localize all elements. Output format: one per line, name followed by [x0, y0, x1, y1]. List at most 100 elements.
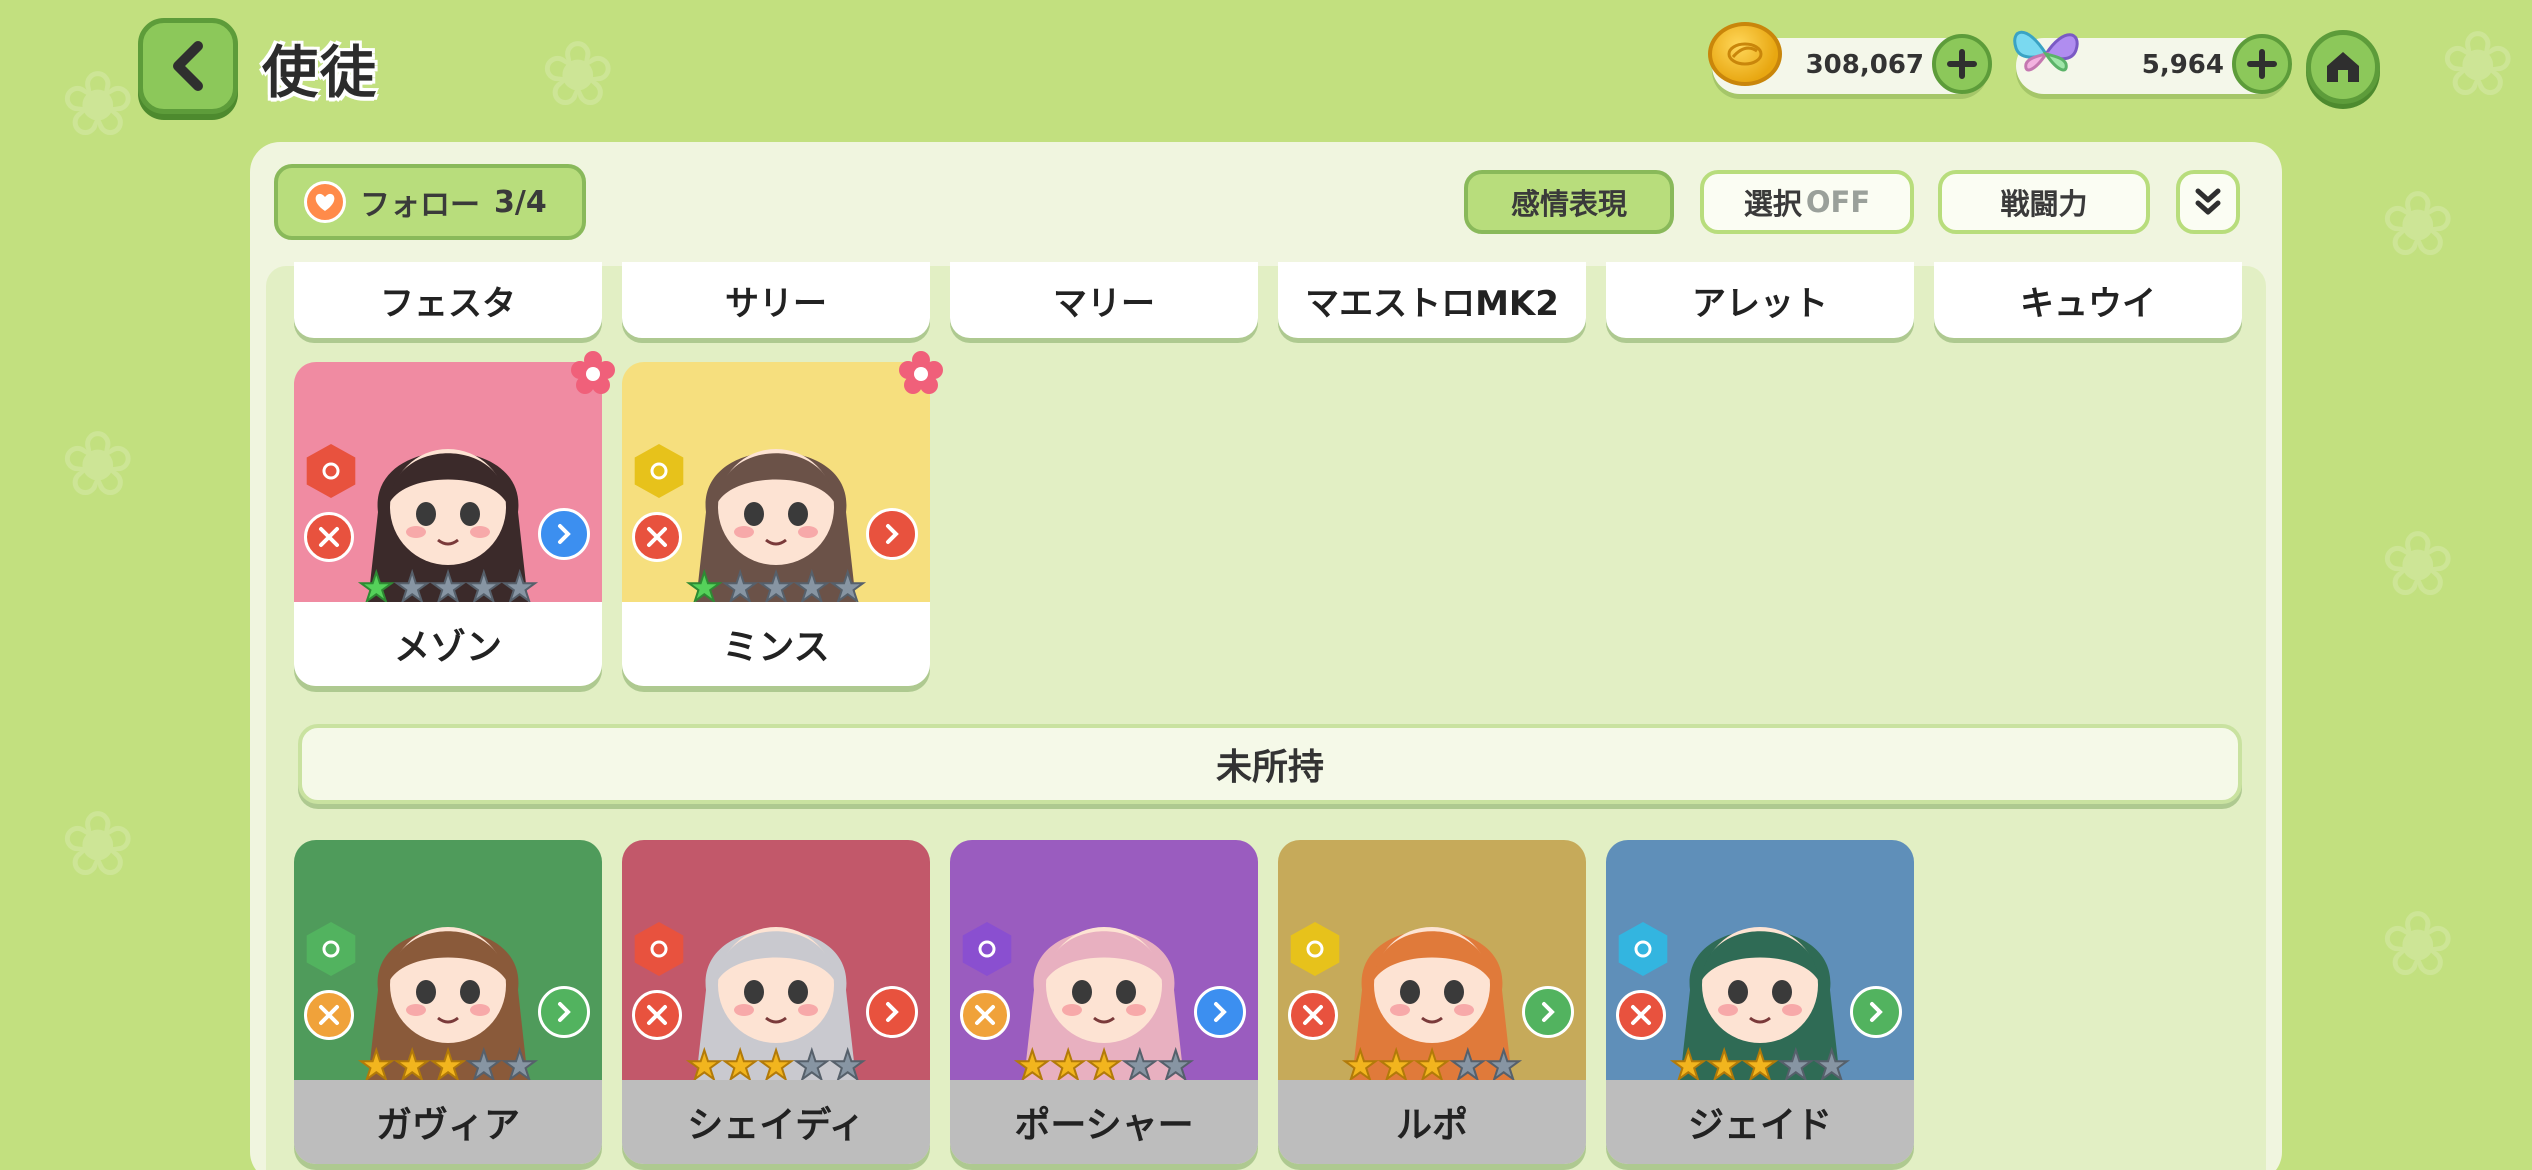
character-name-card[interactable]: アレット — [1606, 262, 1914, 338]
emotion-filter-button[interactable]: 感情表現 — [1464, 170, 1674, 234]
character-card[interactable]: ★ ★ ★ ★ ★ シェイディ — [622, 840, 930, 1164]
double-chevron-down-icon — [2195, 188, 2221, 215]
character-name: サリー — [725, 283, 827, 324]
character-name: ガヴィア — [375, 1105, 520, 1146]
rarity-star-icon: ★ — [1085, 1043, 1123, 1080]
character-card[interactable]: ★ ★ ★ ★ ★ ガヴィア — [294, 840, 602, 1164]
home-button[interactable] — [2306, 30, 2380, 104]
rarity-star-icon: ★ — [757, 1043, 795, 1080]
rarity-stars: ★ ★ ★ ★ ★ — [1278, 1043, 1586, 1080]
select-label: 選択 — [1743, 187, 1802, 221]
coin-icon — [1708, 22, 1782, 86]
character-portrait: ★ ★ ★ ★ ★ — [1606, 840, 1914, 1080]
rarity-star-icon: ★ — [429, 565, 467, 602]
character-card[interactable]: ★ ★ ★ ★ ★ ルポ — [1278, 840, 1586, 1164]
back-arrow-icon — [173, 41, 203, 91]
power-label: 戦闘力 — [2000, 187, 2088, 221]
character-portrait: ★ ★ ★ ★ ★ — [1278, 840, 1586, 1080]
select-toggle-button[interactable]: 選択 OFF — [1700, 170, 1914, 234]
emotion-label: 感情表現 — [1510, 187, 1627, 221]
rarity-star-icon: ★ — [1705, 1043, 1743, 1080]
character-nameplate: ミンス — [622, 602, 930, 686]
character-name: マエストロMK2 — [1305, 283, 1559, 324]
character-name: ミンス — [722, 627, 830, 668]
rarity-stars: ★ ★ ★ ★ ★ — [622, 1043, 930, 1080]
rarity-star-icon: ★ — [721, 565, 759, 602]
rarity-stars: ★ ★ ★ ★ ★ — [294, 1043, 602, 1080]
class-chevron-icon — [1522, 986, 1574, 1038]
add-coins-button[interactable] — [1932, 34, 1992, 94]
rarity-star-icon: ★ — [1813, 1043, 1851, 1080]
class-chevron-icon — [866, 508, 918, 560]
character-name: フェスタ — [380, 283, 516, 324]
expand-button[interactable] — [2176, 170, 2240, 234]
rarity-star-icon: ★ — [1741, 1043, 1779, 1080]
select-state: OFF — [1805, 185, 1871, 219]
rarity-star-icon: ★ — [501, 1043, 539, 1080]
add-gems-button[interactable] — [2232, 34, 2292, 94]
follow-label: フォロー — [360, 188, 480, 223]
back-button[interactable] — [138, 18, 238, 114]
unowned-section-header: 未所持 — [298, 724, 2242, 804]
rarity-star-icon: ★ — [465, 1043, 503, 1080]
sort-power-button[interactable]: 戦闘力 — [1938, 170, 2150, 234]
character-nameplate: ガヴィア — [294, 1080, 602, 1164]
rarity-star-icon: ★ — [685, 1043, 723, 1080]
character-card[interactable]: ★ ★ ★ ★ ★ ポーシャー — [950, 840, 1258, 1164]
rarity-star-icon: ★ — [1013, 1043, 1051, 1080]
rarity-star-icon: ★ — [1157, 1043, 1195, 1080]
rarity-star-icon: ★ — [829, 1043, 867, 1080]
follow-button[interactable]: フォロー 3/4 — [274, 164, 586, 240]
role-icon — [632, 512, 682, 562]
character-nameplate: ルポ — [1278, 1080, 1586, 1164]
role-icon — [960, 990, 1010, 1040]
rarity-star-icon: ★ — [465, 565, 503, 602]
rarity-star-icon: ★ — [1377, 1043, 1415, 1080]
plus-icon — [1947, 49, 1977, 79]
role-icon — [632, 990, 682, 1040]
character-name-card[interactable]: マエストロMK2 — [1278, 262, 1586, 338]
character-name: メゾン — [393, 627, 502, 668]
character-name: キュウイ — [2020, 283, 2156, 324]
character-name-card[interactable]: マリー — [950, 262, 1258, 338]
flower-badge-icon — [899, 351, 943, 394]
rarity-star-icon: ★ — [501, 565, 539, 602]
character-name-card[interactable]: フェスタ — [294, 262, 602, 338]
character-card[interactable]: ★ ★ ★ ★ ★ ミンス — [622, 351, 943, 686]
rarity-star-icon: ★ — [721, 1043, 759, 1080]
character-portrait: ★ ★ ★ ★ ★ — [622, 362, 930, 602]
class-chevron-icon — [538, 508, 590, 560]
role-icon — [304, 990, 354, 1040]
rarity-star-icon: ★ — [1669, 1043, 1707, 1080]
home-icon — [2327, 52, 2359, 82]
rarity-stars: ★ ★ ★ ★ ★ — [1606, 1043, 1914, 1080]
character-name-card[interactable]: サリー — [622, 262, 930, 338]
character-name: シェイディ — [687, 1105, 865, 1146]
character-portrait: ★ ★ ★ ★ ★ — [622, 840, 930, 1080]
rarity-star-icon: ★ — [829, 565, 867, 602]
character-card[interactable]: ★ ★ ★ ★ ★ ジェイド — [1606, 840, 1914, 1164]
rarity-star-icon: ★ — [1413, 1043, 1451, 1080]
character-portrait: ★ ★ ★ ★ ★ — [294, 840, 602, 1080]
rarity-stars: ★ ★ ★ ★ ★ — [622, 565, 930, 602]
rarity-stars: ★ ★ ★ ★ ★ — [950, 1043, 1258, 1080]
rarity-star-icon: ★ — [357, 1043, 395, 1080]
character-name: ジェイド — [1687, 1105, 1832, 1146]
character-nameplate: メゾン — [294, 602, 602, 686]
rarity-stars: ★ ★ ★ ★ ★ — [294, 565, 602, 602]
character-name-card[interactable]: キュウイ — [1934, 262, 2242, 338]
character-portrait: ★ ★ ★ ★ ★ — [294, 362, 602, 602]
gem-amount: 5,964 — [2141, 50, 2224, 80]
rarity-star-icon: ★ — [1777, 1043, 1815, 1080]
role-icon — [1616, 990, 1666, 1040]
page-title: 使徒 — [262, 41, 378, 106]
class-chevron-icon — [538, 986, 590, 1038]
character-name: マリー — [1053, 283, 1155, 324]
role-icon — [1288, 990, 1338, 1040]
rarity-star-icon: ★ — [1121, 1043, 1159, 1080]
character-name: ポーシャー — [1014, 1105, 1194, 1146]
rarity-star-icon: ★ — [1341, 1043, 1379, 1080]
follow-count: 3/4 — [494, 184, 547, 220]
character-card[interactable]: ★ ★ ★ ★ ★ メゾン — [294, 351, 615, 686]
butterfly-gem-icon — [2013, 30, 2079, 72]
